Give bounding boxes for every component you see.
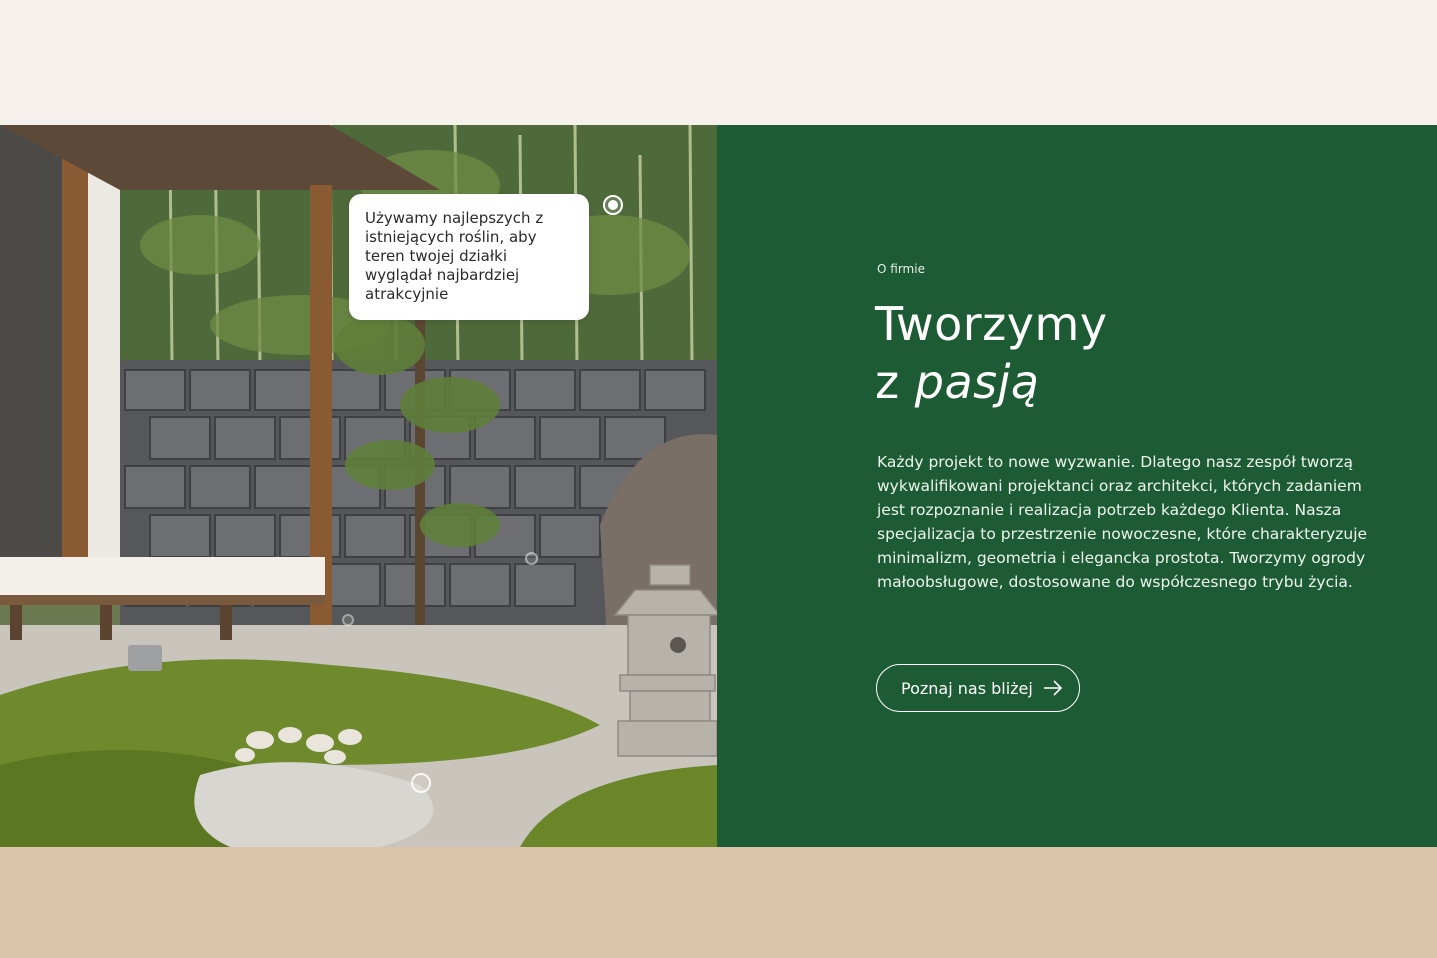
title-emphasis: pasją <box>914 355 1040 409</box>
top-background <box>0 0 1437 125</box>
hotspot[interactable] <box>525 552 538 565</box>
section-eyebrow: O firmie <box>877 262 925 276</box>
section-title: Tworzymy z pasją <box>875 295 1108 411</box>
title-line-2: z pasją <box>875 353 1108 411</box>
learn-more-label: Poznaj nas bliżej <box>901 678 1033 698</box>
learn-more-button[interactable]: Poznaj nas bliżej <box>876 664 1080 712</box>
tooltip-text: Używamy najlepszych z istniejących rośli… <box>365 209 544 303</box>
section-description: Każdy projekt to nowe wyzwanie. Dlatego … <box>877 453 1368 591</box>
bottom-band <box>0 847 1437 958</box>
hotspot-active[interactable] <box>603 195 623 215</box>
title-line-1: Tworzymy <box>875 297 1108 351</box>
hotspot[interactable] <box>411 773 431 793</box>
garden-photo: Używamy najlepszych z istniejących rośli… <box>0 125 717 847</box>
title-line-2-prefix: z <box>875 355 915 409</box>
arrow-right-icon <box>1043 680 1062 696</box>
about-panel: O firmie Tworzymy z pasją Każdy projekt … <box>717 125 1437 847</box>
hero-tooltip: Używamy najlepszych z istniejących rośli… <box>349 194 589 320</box>
hotspot[interactable] <box>342 614 354 626</box>
